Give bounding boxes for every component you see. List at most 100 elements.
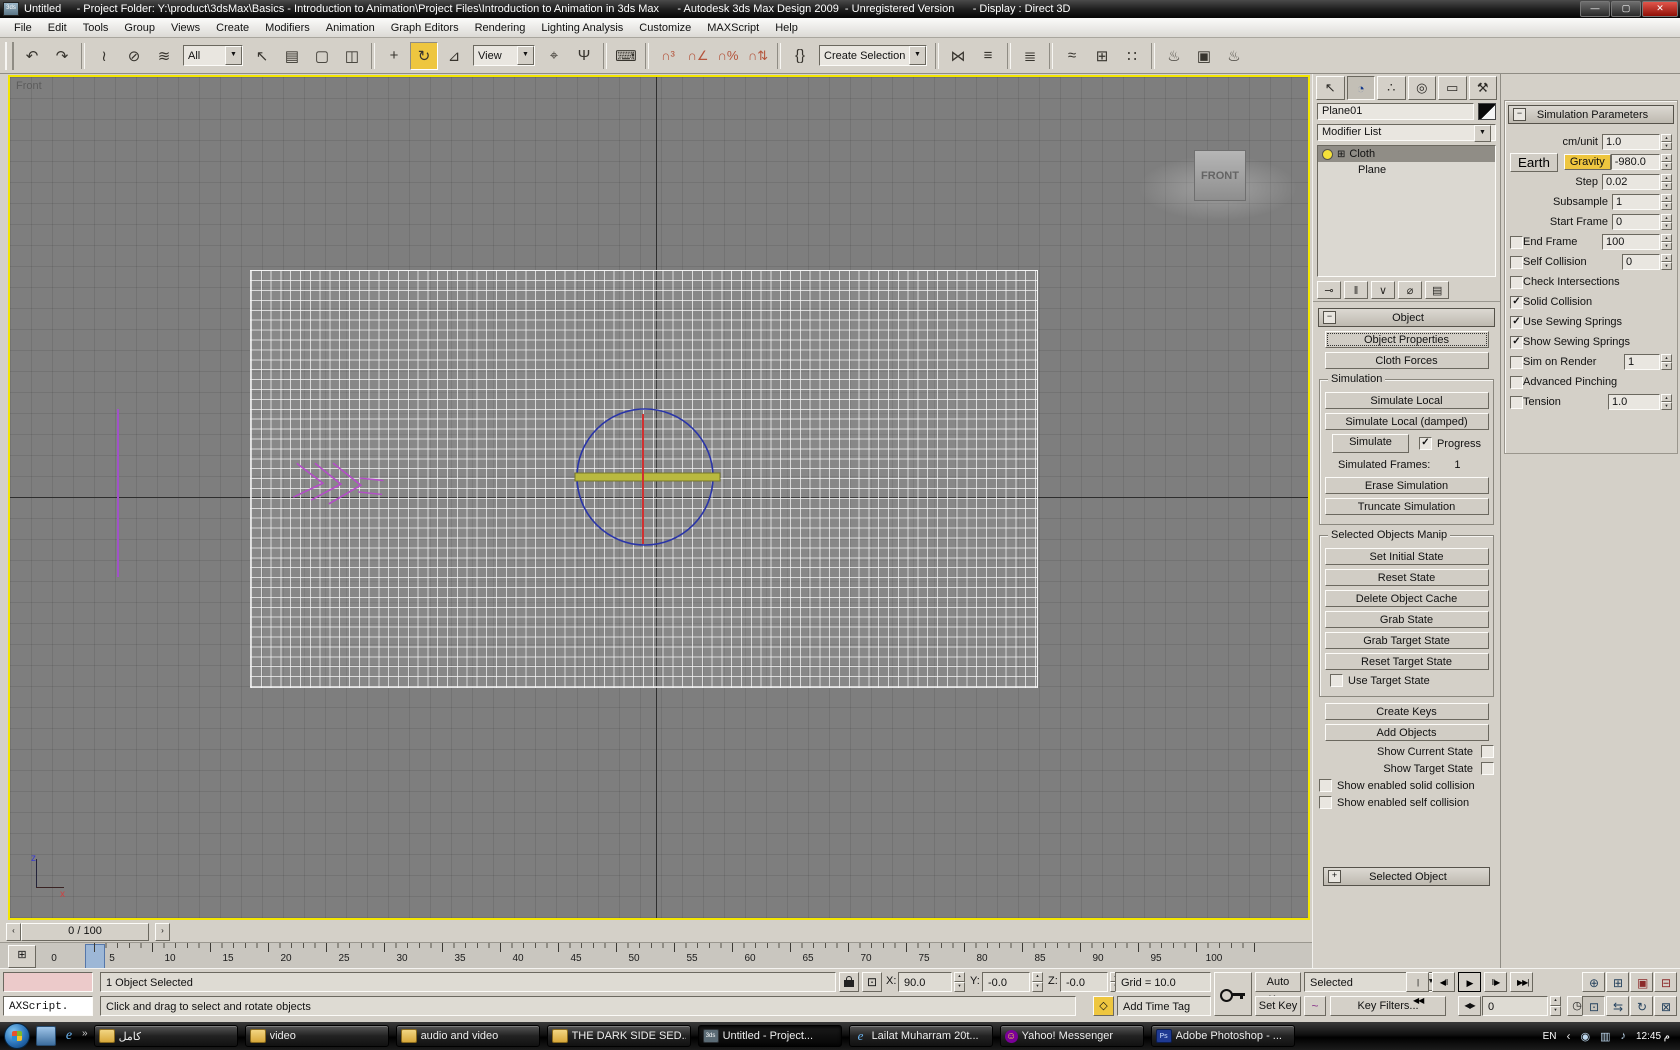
cloth-forces-button[interactable]: Cloth Forces bbox=[1325, 352, 1489, 369]
configure-modifier-sets-icon[interactable]: ▤ bbox=[1425, 281, 1449, 299]
menu-animation[interactable]: Animation bbox=[318, 20, 383, 36]
maxscript-mini-listener[interactable] bbox=[3, 972, 93, 992]
select-and-scale-icon[interactable]: ⊿ bbox=[440, 42, 468, 70]
schematic-view-icon[interactable]: ⊞ bbox=[1088, 42, 1116, 70]
collapse-icon[interactable]: − bbox=[1323, 311, 1336, 324]
tension-checkbox[interactable] bbox=[1510, 396, 1523, 409]
task-button-lailat-muharram-20t[interactable]: eLailat Muharram 20t... bbox=[849, 1025, 993, 1047]
quick-launch-expand-icon[interactable]: » bbox=[82, 1028, 88, 1039]
menu-views[interactable]: Views bbox=[163, 20, 208, 36]
tab-motion[interactable]: ◎ bbox=[1408, 76, 1437, 100]
remove-modifier-icon[interactable]: ⌀ bbox=[1398, 281, 1422, 299]
tension-field[interactable]: 1.0 bbox=[1608, 394, 1660, 410]
menu-graph-editors[interactable]: Graph Editors bbox=[383, 20, 467, 36]
arc-rotate-icon[interactable]: ↻ bbox=[1630, 996, 1653, 1016]
time-slider-button[interactable]: 0 / 100 bbox=[21, 923, 149, 941]
isolate-cube-icon[interactable]: ◇ bbox=[1093, 996, 1114, 1016]
start-button[interactable] bbox=[4, 1023, 30, 1049]
reset-state-button[interactable]: Reset State bbox=[1325, 569, 1489, 586]
chevron-down-icon[interactable]: ▼ bbox=[909, 46, 926, 65]
zoom-extents-all-icon[interactable]: ⊟ bbox=[1654, 972, 1677, 992]
select-and-rotate-icon[interactable]: ↻ bbox=[410, 42, 438, 70]
spinner-up-icon[interactable]: ▲ bbox=[1661, 134, 1672, 142]
menu-maxscript[interactable]: MAXScript bbox=[699, 20, 767, 36]
open-mini-curve-editor-button[interactable]: ⊞ bbox=[8, 945, 36, 968]
spinner-up-icon[interactable]: ▲ bbox=[1661, 174, 1672, 182]
sim-on-render-field[interactable]: 1 bbox=[1624, 354, 1660, 370]
end-frame-spinner[interactable]: ▲▼ bbox=[1661, 234, 1672, 250]
y-spinner[interactable]: ▲▼ bbox=[1032, 972, 1043, 992]
language-indicator[interactable]: EN bbox=[1543, 1031, 1557, 1042]
curve-editor-icon[interactable]: ≈ bbox=[1058, 42, 1086, 70]
spinner-down-icon[interactable]: ▼ bbox=[1661, 202, 1672, 210]
simulate-local-button[interactable]: Simulate Local bbox=[1325, 392, 1489, 409]
check-intersections-checkbox[interactable] bbox=[1510, 276, 1523, 289]
layer-manager-icon[interactable]: ≣ bbox=[1016, 42, 1044, 70]
subsample-field[interactable]: 1 bbox=[1612, 194, 1660, 210]
menu-modifiers[interactable]: Modifiers bbox=[257, 20, 318, 36]
show-target-state-checkbox[interactable] bbox=[1481, 762, 1494, 775]
set-key-button[interactable]: Set Key bbox=[1255, 996, 1301, 1016]
start-frame-spinner[interactable]: ▲▼ bbox=[1661, 214, 1672, 230]
absolute-mode-toggle[interactable]: ⊡ bbox=[862, 972, 882, 992]
task-button-audio-and-video[interactable]: audio and video bbox=[396, 1025, 540, 1047]
pan-icon[interactable]: ⇆ bbox=[1606, 996, 1629, 1016]
selection-lock-toggle[interactable] bbox=[839, 972, 859, 992]
snap-toggle-3d-icon[interactable]: ∩³ bbox=[654, 42, 682, 70]
menu-tools[interactable]: Tools bbox=[75, 20, 117, 36]
task-button-adobe-photoshop[interactable]: PsAdobe Photoshop - ... bbox=[1151, 1025, 1295, 1047]
spinner-down-icon[interactable]: ▼ bbox=[1661, 142, 1672, 150]
window-crossing-icon[interactable]: ◫ bbox=[338, 42, 366, 70]
restore-button[interactable]: ▢ bbox=[1611, 1, 1641, 17]
simulation-parameters-header[interactable]: − Simulation Parameters bbox=[1508, 105, 1674, 124]
z-coord-field[interactable]: -0.0 bbox=[1060, 972, 1108, 992]
menu-rendering[interactable]: Rendering bbox=[467, 20, 534, 36]
undo-icon[interactable]: ↶ bbox=[18, 42, 46, 70]
rendered-frame-window-icon[interactable]: ▣ bbox=[1190, 42, 1218, 70]
spinner-up-icon[interactable]: ▲ bbox=[1661, 154, 1672, 162]
select-and-manipulate-icon[interactable]: Ψ bbox=[570, 42, 598, 70]
cm-unit-field[interactable]: 1.0 bbox=[1602, 134, 1660, 150]
tab-modify[interactable]: ◔ bbox=[1347, 76, 1376, 100]
quick-launch-ie-icon[interactable]: e bbox=[60, 1027, 78, 1045]
gravity-field[interactable]: -980.0 bbox=[1611, 154, 1660, 170]
select-by-name-icon[interactable]: ▤ bbox=[278, 42, 306, 70]
align-icon[interactable]: ≡ bbox=[974, 42, 1002, 70]
edit-named-selection-sets-icon[interactable]: {} bbox=[786, 42, 814, 70]
sim-on-render-spinner[interactable]: ▲▼ bbox=[1661, 354, 1672, 370]
selection-filter-dropdown[interactable]: All▼ bbox=[183, 45, 243, 66]
spinner-down-icon[interactable]: ▼ bbox=[1661, 242, 1672, 250]
spinner-down-icon[interactable]: ▼ bbox=[1661, 182, 1672, 190]
redo-icon[interactable]: ↷ bbox=[48, 42, 76, 70]
start-frame-field[interactable]: 0 bbox=[1612, 214, 1660, 230]
reference-coordinate-dropdown[interactable]: View▼ bbox=[473, 45, 535, 66]
modifier-stack[interactable]: ⊞ClothPlane bbox=[1317, 145, 1496, 277]
use-sewing-springs-checkbox[interactable] bbox=[1510, 316, 1523, 329]
tab-display[interactable]: ▭ bbox=[1438, 76, 1467, 100]
show-desktop-icon[interactable] bbox=[36, 1026, 56, 1046]
add-time-tag[interactable]: Add Time Tag bbox=[1117, 996, 1211, 1016]
time-slider-prev-button[interactable]: ‹ bbox=[6, 923, 21, 941]
earth-button[interactable]: Earth bbox=[1510, 153, 1558, 172]
unlink-selection-icon[interactable]: ⊘ bbox=[120, 42, 148, 70]
default-tangent-button[interactable]: ~ bbox=[1304, 996, 1326, 1016]
spinner-up-icon[interactable]: ▲ bbox=[1661, 234, 1672, 242]
front-viewport[interactable]: FRONT Front z x bbox=[8, 75, 1310, 920]
task-button-yahoo-messenger[interactable]: ☺Yahoo! Messenger bbox=[1000, 1025, 1144, 1047]
time-slider-next-button[interactable]: › bbox=[155, 923, 170, 941]
network-icon[interactable]: ▥ bbox=[1600, 1030, 1610, 1043]
gravity-spinner[interactable]: ▲▼ bbox=[1661, 154, 1672, 170]
expand-icon[interactable]: + bbox=[1328, 870, 1341, 883]
render-setup-icon[interactable]: ♨ bbox=[1160, 42, 1188, 70]
sim-on-render-checkbox[interactable] bbox=[1510, 356, 1523, 369]
spinner-down-icon[interactable]: ▼ bbox=[1661, 162, 1672, 170]
region-zoom-icon[interactable]: ⊡ bbox=[1582, 996, 1605, 1016]
simulate-button[interactable]: Simulate bbox=[1332, 434, 1409, 453]
spinner-snap-icon[interactable]: ∩⇅ bbox=[744, 42, 772, 70]
maxscript-listener-line[interactable]: AXScript. bbox=[3, 996, 93, 1016]
end-frame-checkbox[interactable] bbox=[1510, 236, 1523, 249]
task-button-the-dark-side-sed[interactable]: THE DARK SIDE SED... bbox=[547, 1025, 691, 1047]
play-button[interactable]: ▶ bbox=[1458, 972, 1481, 992]
spinner-up-icon[interactable]: ▲ bbox=[1661, 394, 1672, 402]
minimize-button[interactable]: — bbox=[1580, 1, 1610, 17]
